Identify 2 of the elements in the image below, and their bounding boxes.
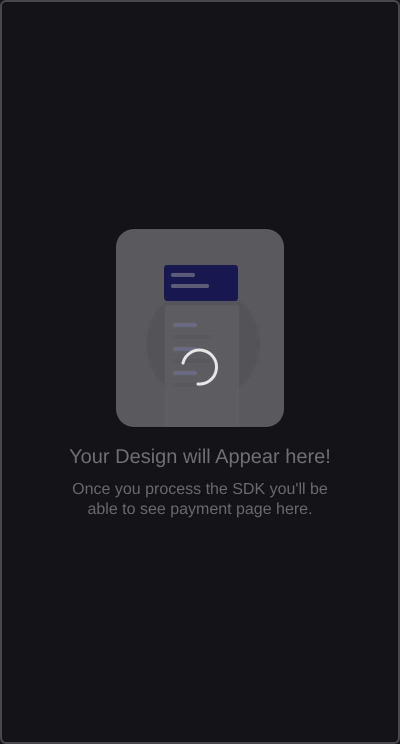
empty-state-message: Once you process the SDK you'll be able to see payment page here.	[71, 480, 329, 520]
empty-state-title: Your Design will Appear here!	[69, 445, 331, 470]
